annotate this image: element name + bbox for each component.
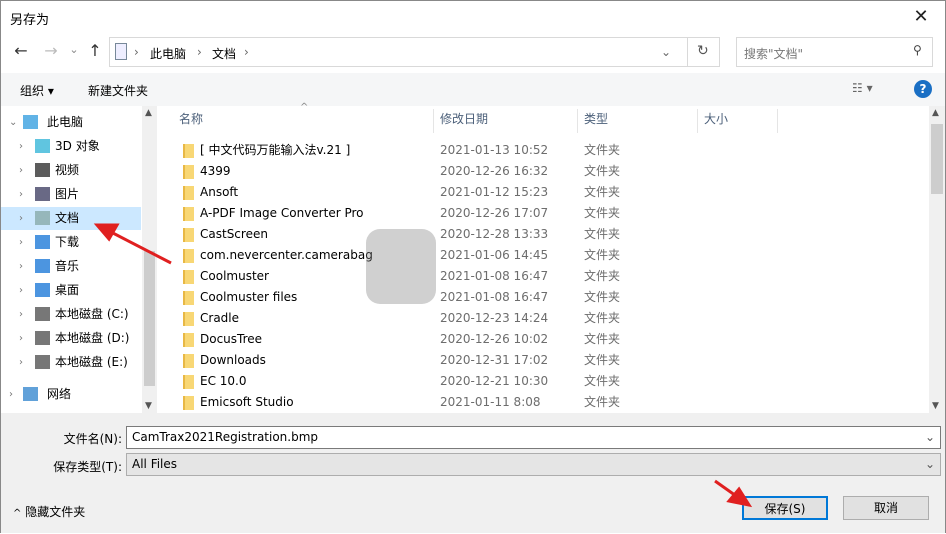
annotation-arrows <box>93 223 753 508</box>
save-as-dialog: 另存为 ✕ ← → ⌄ ↑ › 此电脑 › 文档 › ⌄ ↻ 搜索"文档" ⚲ … <box>0 0 946 533</box>
arrow-to-documents <box>108 229 172 265</box>
